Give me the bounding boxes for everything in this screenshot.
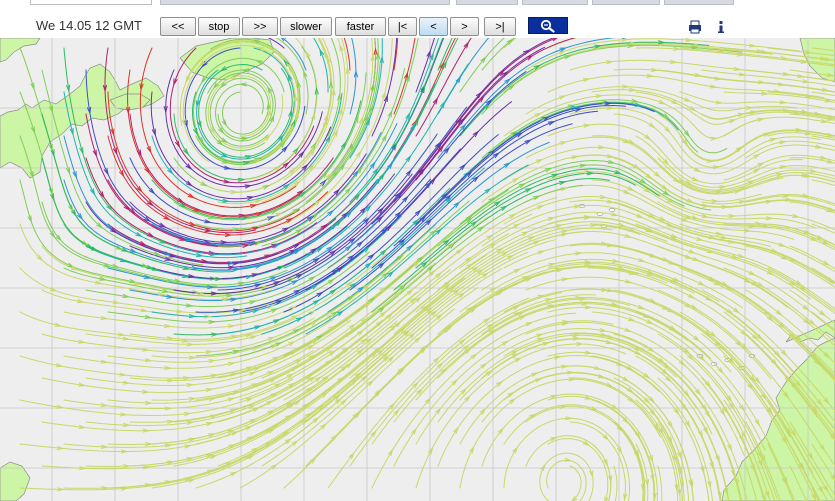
faster-button[interactable]: faster bbox=[335, 17, 386, 36]
panel-tab-3[interactable] bbox=[592, 0, 660, 5]
zoom-button[interactable] bbox=[528, 17, 568, 34]
rewind-button[interactable]: << bbox=[160, 17, 196, 36]
print-icon[interactable] bbox=[686, 18, 704, 36]
date-field-edge bbox=[30, 0, 152, 5]
zoom-in-magnifier-icon bbox=[540, 19, 555, 33]
island bbox=[608, 208, 616, 212]
stop-button[interactable]: stop bbox=[198, 17, 240, 36]
animation-toolbar: We 14.05 12 GMT << stop >> slower faster… bbox=[0, 6, 835, 38]
slower-button[interactable]: slower bbox=[280, 17, 332, 36]
next-frame-button[interactable]: > bbox=[450, 17, 479, 36]
last-frame-button[interactable]: >| bbox=[484, 17, 516, 36]
time-row-edge bbox=[160, 0, 450, 5]
previous-frame-button[interactable]: < bbox=[419, 17, 448, 36]
wind-streamline-map[interactable] bbox=[0, 38, 835, 501]
fast-forward-button[interactable]: >> bbox=[242, 17, 278, 36]
forecast-timestamp: We 14.05 12 GMT bbox=[36, 18, 142, 33]
panel-tab-2[interactable] bbox=[522, 0, 588, 5]
first-frame-button[interactable]: |< bbox=[388, 17, 417, 36]
info-icon[interactable] bbox=[712, 18, 730, 36]
panel-tab-1[interactable] bbox=[456, 0, 518, 5]
panel-tab-4[interactable] bbox=[664, 0, 734, 5]
